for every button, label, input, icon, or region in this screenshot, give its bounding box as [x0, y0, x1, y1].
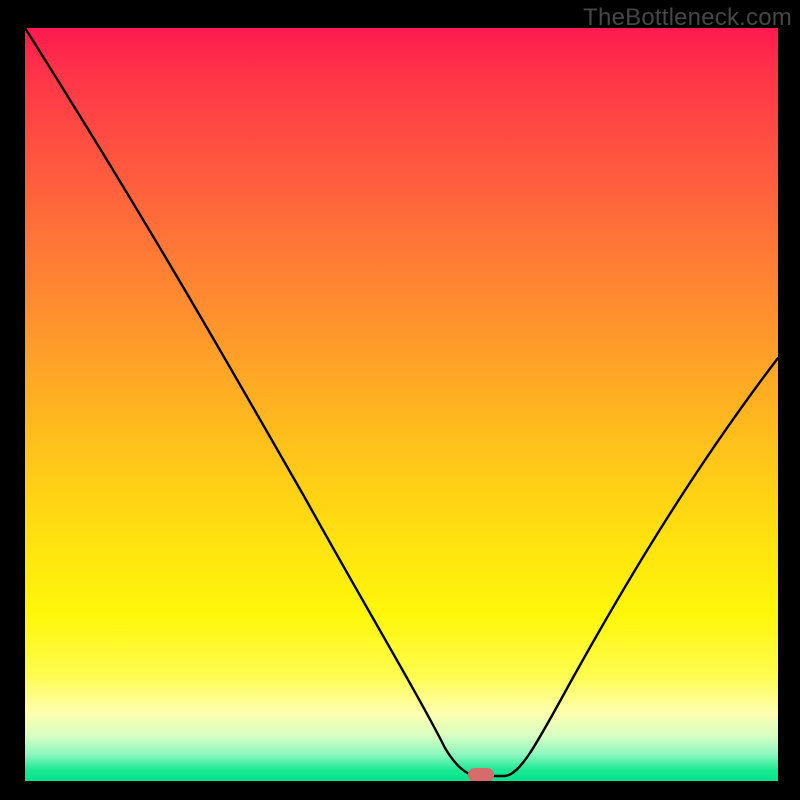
chart-frame: TheBottleneck.com — [0, 0, 800, 800]
watermark-text: TheBottleneck.com — [583, 4, 792, 32]
curve-path — [25, 28, 778, 776]
plot-area — [25, 28, 778, 781]
optimal-point-marker — [468, 768, 494, 781]
bottleneck-curve — [25, 28, 778, 781]
